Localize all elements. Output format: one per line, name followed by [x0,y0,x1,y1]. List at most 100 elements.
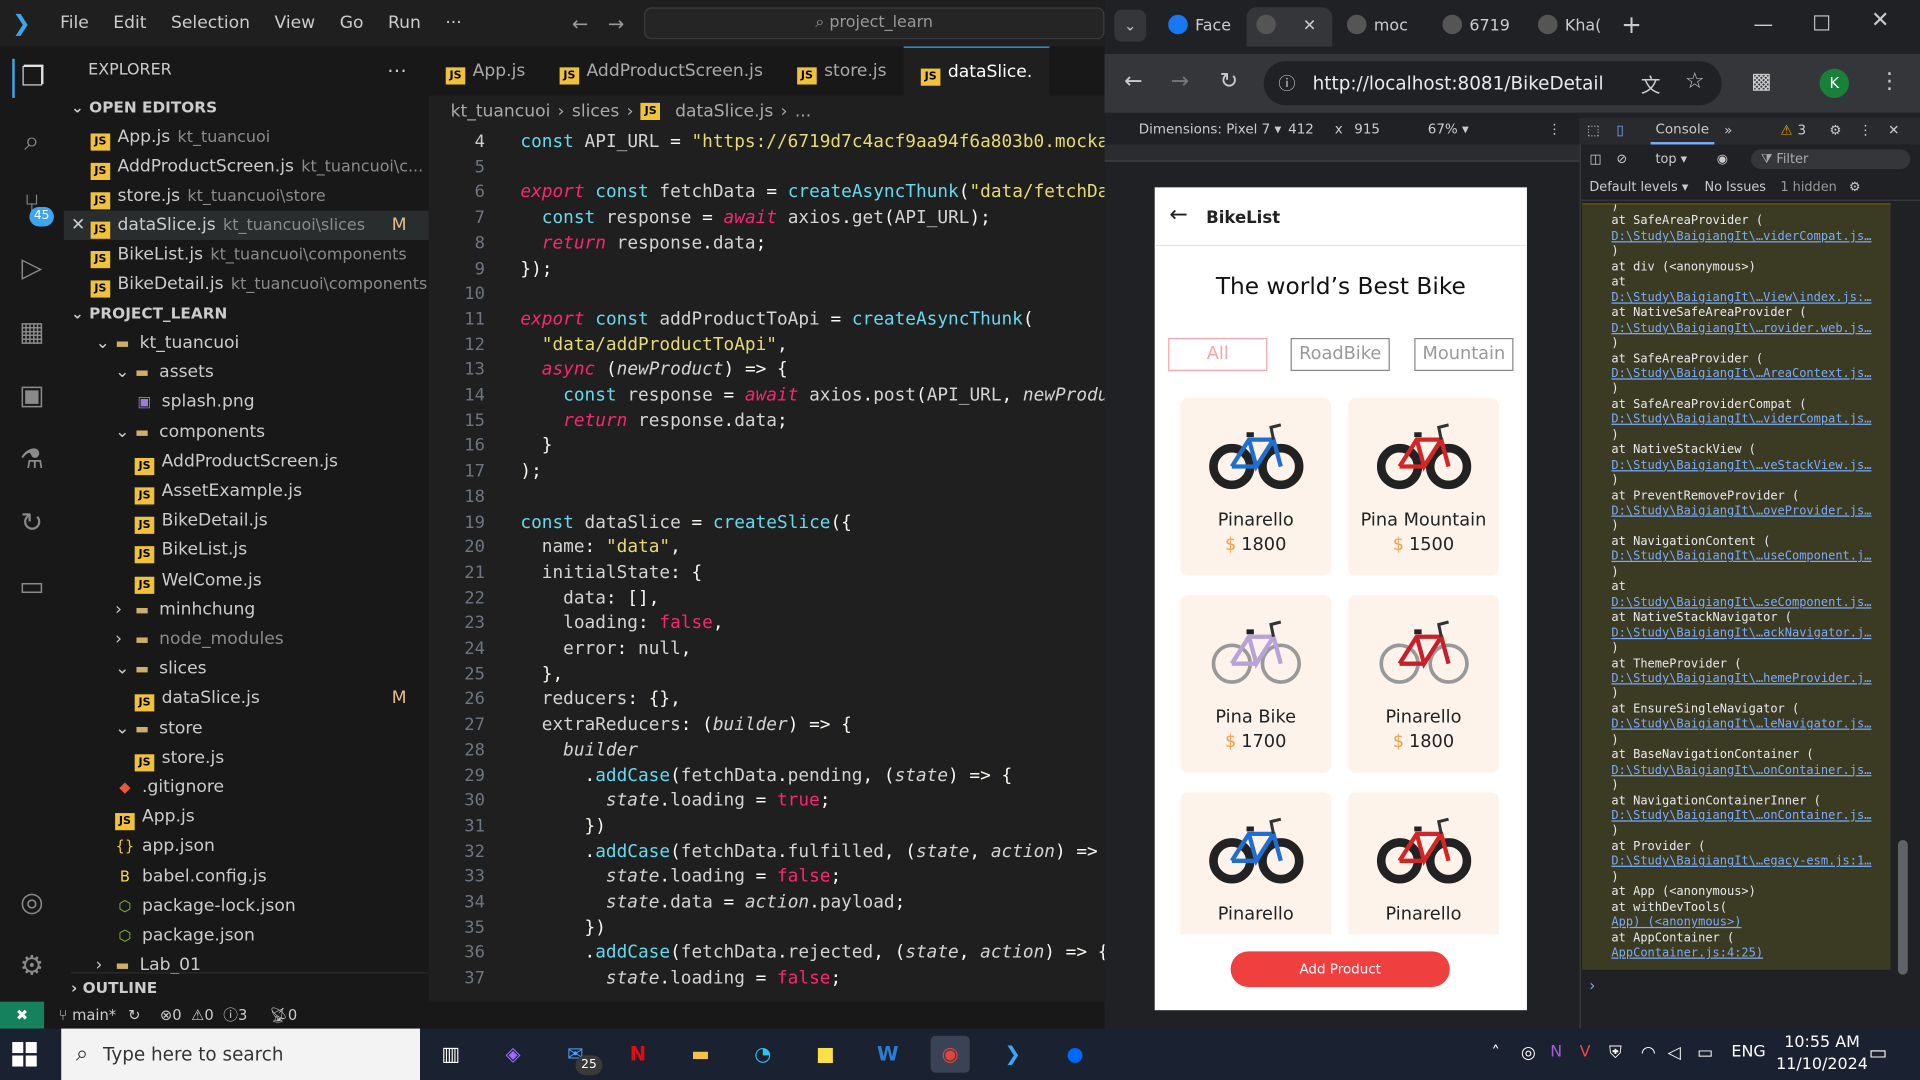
open-editors-header[interactable]: ⌄ OPEN EDITORS [71,93,429,122]
start-button[interactable] [12,1042,37,1067]
code-line[interactable]: "data/addProductToApi", [520,335,788,355]
tray-icon-1[interactable]: ◎ [1521,1043,1536,1063]
menu-item[interactable]: Edit [101,13,159,33]
browser-tab[interactable]: Kha( [1528,7,1614,46]
project-header[interactable]: ⌄ PROJECT_LEARN [71,299,429,328]
issues-button[interactable]: No Issues [1704,174,1766,201]
filter-mountain[interactable]: Mountain [1414,337,1514,372]
tree-item[interactable]: ⌄ ▬ kt_tuancuoi [96,328,429,357]
code-area[interactable]: 4 const API_URL = "https://6719d7c4acf9aa… [429,127,1105,1001]
devtools-more-icon[interactable]: ⋮ [1859,118,1872,145]
menu-item[interactable]: Run [376,13,433,33]
context-select[interactable]: top ▾ [1656,146,1688,173]
code-line[interactable]: builder [520,741,638,761]
minimize-button[interactable]: — [1753,12,1773,35]
filter-roadbike[interactable]: RoadBike [1290,337,1390,372]
code-line[interactable]: .addCase(fetchData.fulfilled, (state, ac… [520,842,1104,862]
console-scrollbar[interactable] [1895,203,1911,1012]
branch-name[interactable]: main* [72,1007,116,1024]
code-line[interactable]: return response.data; [520,411,788,431]
chat-icon[interactable]: ▭ [12,568,51,607]
code-line[interactable]: const API_URL = "https://6719d7c4acf9aa9… [520,132,1104,152]
tree-item[interactable]: ⌄ ▬ components [115,417,428,446]
url-text[interactable]: http://localhost:8081/BikeDetail [1313,72,1604,94]
tab-console[interactable]: Console [1650,118,1714,145]
product-card[interactable]: Pinarello $1800 [1348,595,1499,773]
console-source-link[interactable]: D:\Study\BaigiangIt\…onContainer.js… [1611,809,1871,822]
code-line[interactable]: reducers: {}, [520,690,681,710]
tree-item[interactable]: ▣ splash.png [135,387,429,416]
menu-item[interactable]: Selection [159,13,263,33]
editor-tab[interactable]: JS App.js [429,47,543,96]
console-source-link[interactable]: App) (<anonymous>) [1611,916,1741,929]
inspect-icon[interactable]: ⬚ [1587,118,1600,145]
tree-item[interactable]: JS AssetExample.js [134,476,429,505]
open-editor-item[interactable]: JS BikeDetail.js kt_tuancuoi\components [90,269,429,298]
code-line[interactable]: .addCase(fetchData.rejected, (state, act… [520,943,1105,963]
zoom-select[interactable]: 67% ▾ [1428,118,1469,142]
add-product-button[interactable]: Add Product [1230,951,1450,987]
back-arrow-icon[interactable]: ← [572,12,588,35]
code-line[interactable]: const response = await axios.post(API_UR… [520,386,1104,406]
code-line[interactable]: error: null, [520,639,691,659]
menu-item[interactable]: ··· [433,13,474,33]
site-info-icon[interactable]: ⓘ [1278,71,1295,95]
console-prompt[interactable]: › [1589,977,1595,994]
menu-item[interactable]: View [262,13,327,33]
account-icon[interactable]: ◎ [12,884,51,923]
copilot-icon[interactable]: ◈ [493,1036,532,1073]
console-source-link[interactable]: D:\Study\BaigiangIt\…hemeProvider.j… [1611,672,1871,685]
sync-icon[interactable]: ↻ [128,1007,140,1024]
filter-all[interactable]: All [1168,337,1268,372]
chrome-icon[interactable]: ◉ [930,1035,970,1073]
tree-item[interactable]: JS store.js [134,743,429,772]
code-line[interactable]: initialState: { [520,563,702,583]
close-icon[interactable]: ✕ [71,211,85,240]
tree-item[interactable]: › ▬ node_modules [115,624,428,653]
console-settings-icon[interactable]: ⚙ [1849,174,1861,201]
battery-icon[interactable]: ▭ [1697,1043,1713,1063]
device-dimensions-select[interactable]: Dimensions: Pixel 7 ▾ [1139,118,1282,142]
editor-tab[interactable]: JS store.js [780,47,904,96]
onenote-tray-icon[interactable]: N [1550,1043,1562,1061]
extensions-icon[interactable]: ▦ [12,313,51,352]
error-count[interactable]: 0 [172,1007,181,1024]
more-tabs-icon[interactable]: » [1724,118,1732,145]
product-card[interactable]: Pinarello [1348,792,1499,935]
testing-icon[interactable]: ⚗ [12,441,51,480]
product-card[interactable]: Pina Mountain $1500 [1348,397,1499,576]
sidebar-toggle-icon[interactable]: ◫ [1589,146,1601,173]
code-line[interactable]: const response = await axios.get(API_URL… [520,208,991,228]
netflix-icon[interactable]: N [618,1036,657,1073]
code-line[interactable]: state.data = action.payload; [520,893,905,913]
console-source-link[interactable]: D:\Study\BaigiangIt\…AreaContext.js… [1611,367,1871,380]
open-editor-item[interactable]: JS AddProductScreen.js kt_tuancuoi\c... [90,152,429,181]
code-line[interactable]: }); [520,259,552,279]
tab-search-button[interactable]: ⌄ [1114,9,1147,42]
close-window-button[interactable]: ✕ [1871,7,1889,33]
taskbar-search-box[interactable]: ⌕ Type here to search [61,1028,421,1080]
code-line[interactable]: ); [520,462,541,482]
breadcrumb-item[interactable]: kt_tuancuoi [451,102,551,122]
code-line[interactable]: }, [520,665,563,685]
open-editor-item[interactable]: JS App.js kt_tuancuoi [90,122,429,151]
bookmark-star-icon[interactable]: ☆ [1685,69,1705,95]
extensions-puzzle-icon[interactable]: ▩ [1751,69,1772,95]
browser-tab[interactable]: moc [1337,7,1423,46]
browser-tab[interactable]: Face [1158,7,1244,46]
wifi-icon[interactable]: ◠ [1641,1043,1656,1063]
console-filter-input[interactable]: ⧩ Filter [1751,149,1911,169]
info-count[interactable]: 3 [238,1007,247,1024]
tree-item[interactable]: ⌄ ▬ store [115,713,428,742]
tree-item[interactable]: ⌄ ▬ slices [115,654,428,683]
levels-select[interactable]: Default levels ▾ [1589,174,1688,201]
tree-item[interactable]: Bbabel.config.js [115,862,428,891]
clock-time[interactable]: 10:55 AM [1776,1033,1869,1051]
device-toggle-icon[interactable]: ▯ [1616,118,1623,145]
scroll-thumb[interactable] [1897,840,1908,975]
volume-icon[interactable]: ◁ [1668,1043,1681,1063]
menu-item[interactable]: File [48,13,101,33]
close-tab-icon[interactable]: ✕ [1303,7,1316,46]
browser-tab[interactable]: ✕ [1246,7,1333,47]
tree-item[interactable]: ⌄ ▬ assets [115,358,428,387]
